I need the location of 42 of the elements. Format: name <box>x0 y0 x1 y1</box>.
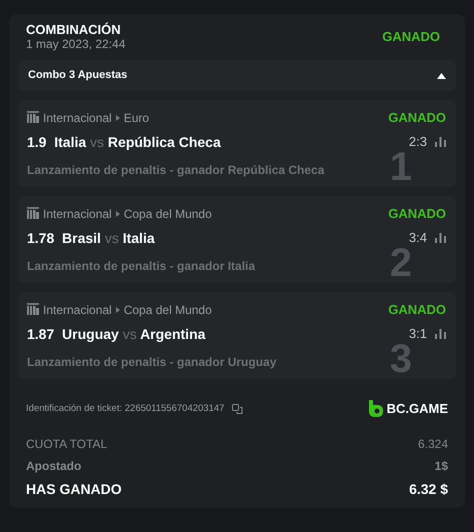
fifa-logo-icon <box>27 303 39 316</box>
leg-status: GANADO <box>388 109 446 127</box>
chevron-icon <box>116 114 120 121</box>
summary-label: HAS GANADO <box>26 480 122 498</box>
fifa-logo-icon <box>27 111 39 124</box>
market-selection: Lanzamiento de penaltis - ganador Uruguay <box>27 354 276 370</box>
brand-logo-icon <box>368 400 383 418</box>
caret-icon <box>437 72 446 78</box>
market-selection: Lanzamiento de penaltis - ganador República Checa <box>27 162 324 178</box>
leg-status: GANADO <box>388 301 446 319</box>
league-name: Copa del Mundo <box>124 302 212 319</box>
league-name: Euro <box>124 110 150 127</box>
match-title: 1.78 Brasil vs Italia <box>27 228 155 248</box>
copy-icon[interactable] <box>232 404 244 414</box>
stats-icon[interactable] <box>435 137 446 147</box>
summary-label: Apostado <box>26 458 82 474</box>
score: 3:4 <box>408 229 427 248</box>
market-selection: Lanzamiento de penaltis - ganador Italia <box>27 258 256 274</box>
summary-value: 1$ <box>434 458 448 474</box>
combo-toggle[interactable]: Combo 3 Apuestas <box>18 60 456 91</box>
fifa-logo-icon <box>27 207 39 220</box>
score: 3:1 <box>408 325 427 344</box>
stats-icon[interactable] <box>435 233 446 243</box>
summary-value: 6.324 <box>418 436 448 452</box>
match-title: 1.87 Uruguay vs Argentina <box>27 324 206 344</box>
stats-icon[interactable] <box>435 329 446 339</box>
league-category: Internacional <box>43 206 112 223</box>
league-category: Internacional <box>43 302 112 319</box>
leg-status: GANADO <box>388 205 446 223</box>
brand-name: BC.GAME <box>386 400 448 418</box>
league-category: Internacional <box>43 110 112 127</box>
ticket-id: Identificación de ticket: 2265011556704203147 <box>26 402 224 416</box>
bet-type-title: COMBINACIÓN <box>26 22 122 37</box>
chevron-icon <box>116 210 120 217</box>
chevron-icon <box>116 306 120 313</box>
bet-date: 1 may 2023, 22:44 <box>26 37 126 52</box>
summary-value: 6.32 $ <box>409 480 448 498</box>
league-name: Copa del Mundo <box>124 206 212 223</box>
bet-status: GANADO <box>382 28 440 46</box>
score: 2:3 <box>408 133 427 152</box>
summary-label: CUOTA TOTAL <box>26 436 108 452</box>
match-title: 1.9 Italia vs República Checa <box>27 132 221 152</box>
